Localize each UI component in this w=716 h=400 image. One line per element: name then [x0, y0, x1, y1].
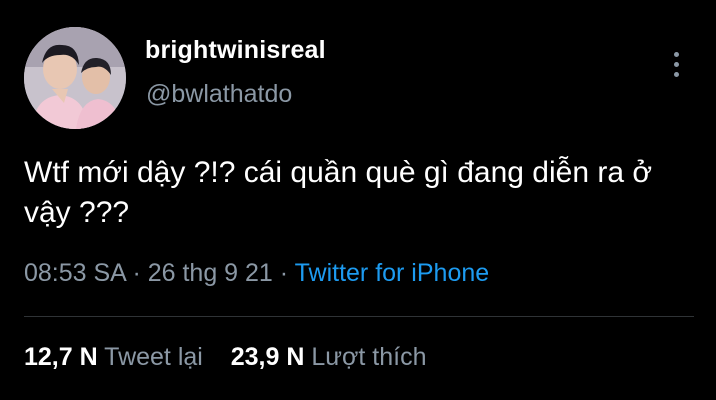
profile-photo-icon: [24, 27, 126, 129]
tweet-meta: 08:53 SA · 26 thg 9 21 · Twitter for iPh…: [24, 259, 489, 288]
likes-count: 23,9 N: [230, 343, 305, 371]
likes-label: Lượt thích: [311, 343, 427, 371]
meta-separator: ·: [132, 259, 141, 287]
menu-dot: [673, 71, 679, 77]
meta-separator: ·: [279, 259, 289, 287]
retweets-count: 12,7 N: [24, 343, 98, 371]
likes-stat[interactable]: 23,9 N Lượt thích: [231, 343, 427, 371]
retweets-label: Tweet lại: [104, 343, 203, 371]
tweet-text: Wtf mới dậy ?!? cái quần què gì đang diễ…: [24, 156, 653, 229]
more-vertical-icon[interactable]: [668, 44, 684, 84]
tweet-time: 08:53 SA: [24, 259, 126, 287]
user-handle[interactable]: @bwlathatdo: [146, 80, 292, 109]
tweet-stats: 12,7 N Tweet lại 23,9 N Lượt thích: [24, 343, 427, 372]
tweet-source-link[interactable]: Twitter for iPhone: [295, 259, 490, 287]
menu-dot: [673, 61, 679, 67]
display-name[interactable]: brightwinisreal: [145, 36, 326, 65]
tweet-date[interactable]: 26 thg 9 21: [148, 259, 273, 287]
menu-dot: [673, 51, 679, 57]
retweets-stat[interactable]: 12,7 N Tweet lại: [24, 343, 210, 371]
divider: [24, 316, 694, 317]
avatar[interactable]: [24, 27, 126, 129]
